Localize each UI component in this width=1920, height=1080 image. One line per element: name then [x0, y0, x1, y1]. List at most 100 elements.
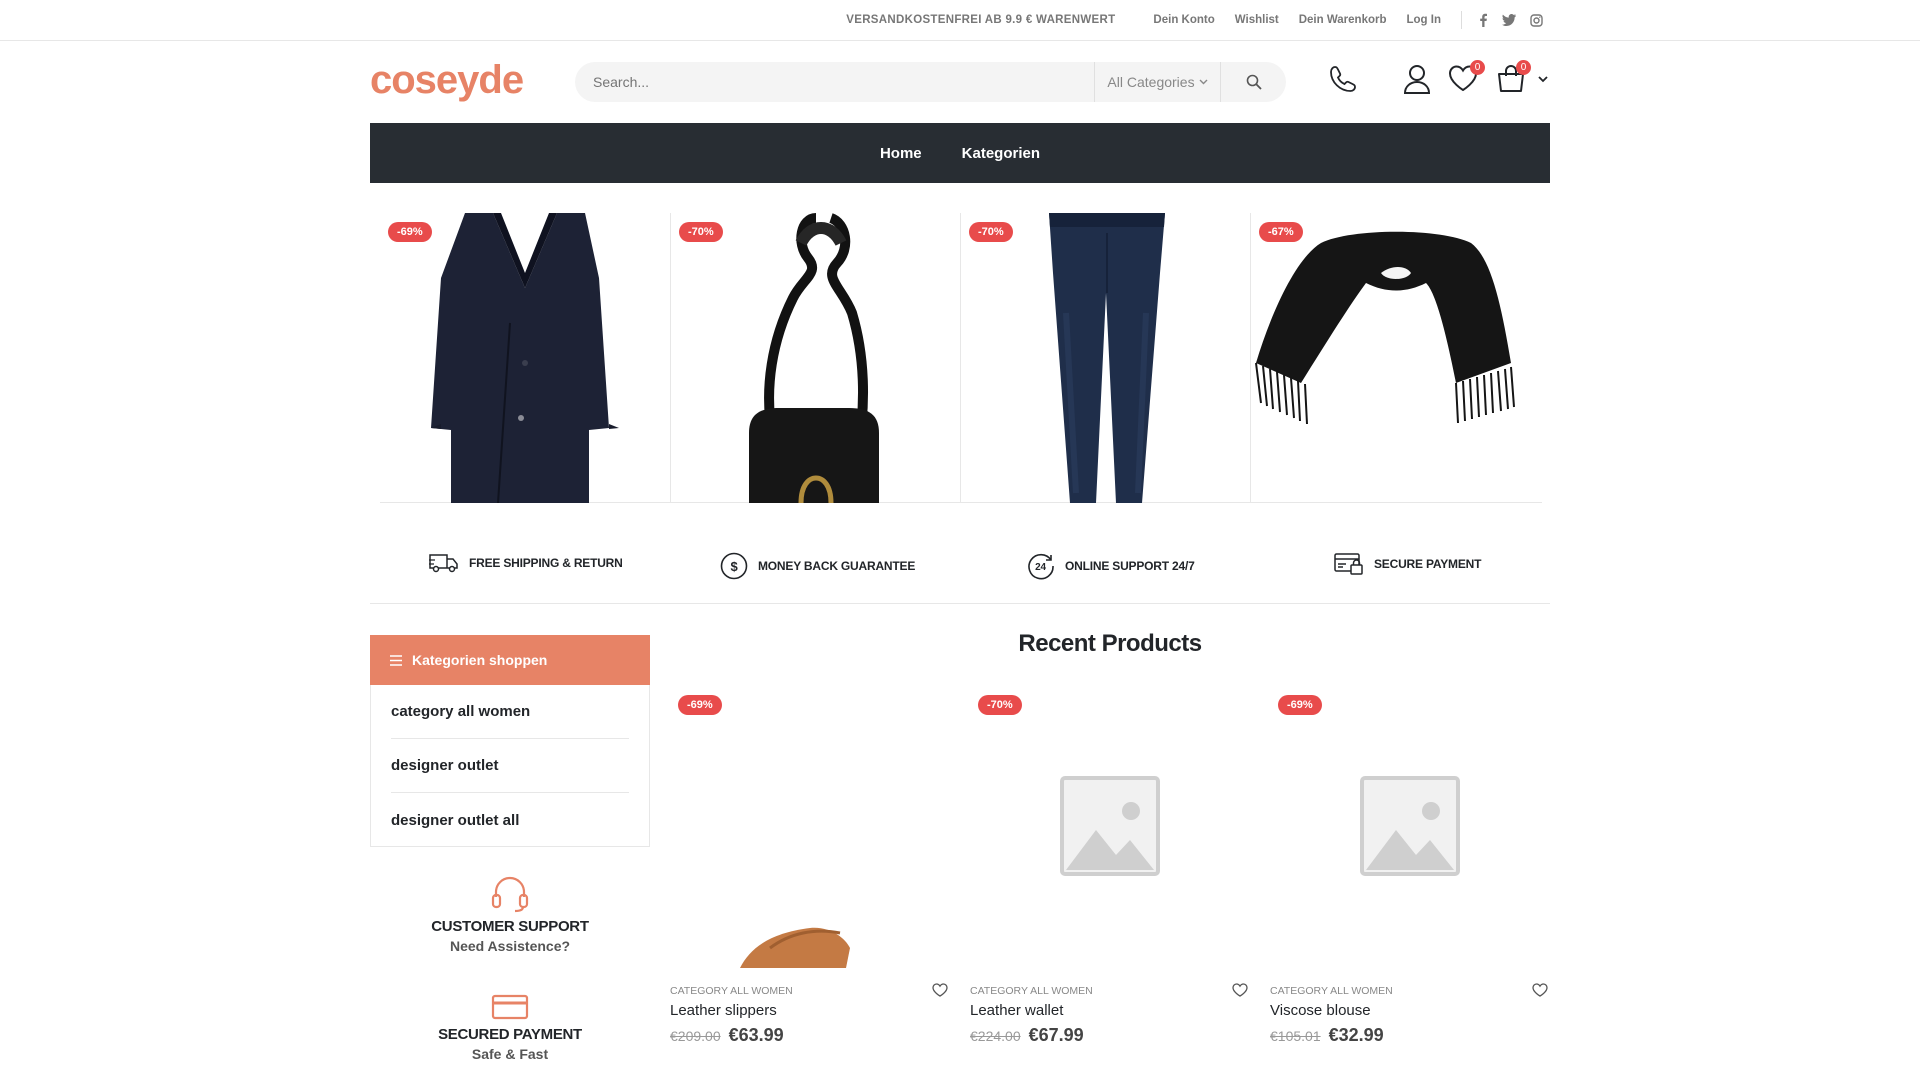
discount-badge: -70%	[679, 222, 723, 242]
product-image[interactable]	[670, 690, 950, 968]
product-image[interactable]	[970, 690, 1250, 968]
phone-icon[interactable]	[1328, 64, 1358, 94]
product-category[interactable]: CATEGORY ALL WOMEN	[970, 985, 1093, 997]
login-link[interactable]: Log In	[1407, 14, 1442, 26]
divider	[1461, 11, 1462, 29]
shop-categories-header[interactable]: Kategorien shoppen	[370, 635, 650, 685]
headset-icon	[491, 876, 529, 913]
sale-price: €32.99	[1328, 1025, 1384, 1045]
main-nav: Home Kategorien	[370, 123, 1550, 183]
featured-product-card[interactable]: -67%	[1250, 213, 1540, 503]
credit-card-icon	[491, 994, 529, 1020]
placeholder-image-icon	[1060, 776, 1160, 876]
discount-badge: -70%	[969, 222, 1013, 242]
old-price: €224.00	[970, 1028, 1021, 1044]
support-24-icon: 24	[1028, 553, 1054, 580]
shop-categories-label: Kategorien shoppen	[412, 652, 548, 668]
wishlist-heart-icon[interactable]: 0	[1448, 60, 1485, 92]
customer-support-title: CUSTOMER SUPPORT	[431, 918, 589, 935]
placeholder-image-icon	[1360, 776, 1460, 876]
feature-label: MONEY BACK GUARANTEE	[758, 559, 916, 573]
product-category[interactable]: CATEGORY ALL WOMEN	[670, 985, 793, 997]
feature-money-back: $ MONEY BACK GUARANTEE	[720, 552, 915, 580]
product-category[interactable]: CATEGORY ALL WOMEN	[1270, 985, 1393, 997]
instagram-icon[interactable]	[1530, 13, 1543, 27]
coat-image	[431, 213, 619, 503]
recent-products-title: Recent Products	[1018, 630, 1202, 657]
nav-home[interactable]: Home	[880, 145, 922, 162]
search-button[interactable]	[1222, 62, 1286, 102]
feature-online-support: 24 ONLINE SUPPORT 24/7	[1027, 552, 1195, 580]
product-card[interactable]: -69% CATEGORY ALL WOMEN Leather slippers…	[670, 690, 950, 1050]
discount-badge: -69%	[678, 695, 722, 715]
cart-icon[interactable]: 0	[1496, 60, 1531, 94]
product-price: €105.01 €32.99	[1270, 1025, 1384, 1046]
category-item[interactable]: category all women	[391, 685, 629, 739]
secured-payment-title: SECURED PAYMENT	[438, 1026, 582, 1043]
featured-products: -69% -70% -70% -67%	[380, 213, 1542, 503]
top-bar-links: VERSANDKOSTENFREI AB 9.9 € WARENWERT Dei…	[846, 0, 1543, 40]
feature-secure-payment: SECURE PAYMENT	[1334, 552, 1481, 576]
twitter-icon[interactable]	[1502, 14, 1516, 26]
sale-price: €67.99	[1028, 1025, 1084, 1045]
product-card[interactable]: -69% CATEGORY ALL WOMEN Viscose blouse €…	[1270, 690, 1550, 1050]
feature-strip: FREE SHIPPING & RETURN $ MONEY BACK GUAR…	[370, 540, 1550, 604]
discount-badge: -70%	[978, 695, 1022, 715]
discount-badge: -69%	[388, 222, 432, 242]
slipper-image	[740, 927, 850, 968]
sale-price: €63.99	[728, 1025, 784, 1045]
product-name[interactable]: Viscose blouse	[1270, 1002, 1371, 1019]
wishlist-link[interactable]: Wishlist	[1235, 14, 1279, 26]
feature-label: ONLINE SUPPORT 24/7	[1065, 559, 1195, 573]
wishlist-heart-icon[interactable]	[1232, 983, 1248, 1002]
feature-free-shipping: FREE SHIPPING & RETURN	[429, 552, 623, 574]
wishlist-heart-icon[interactable]	[932, 983, 948, 1002]
secured-payment-info: SECURED PAYMENT Safe & Fast	[370, 993, 650, 1062]
truck-icon	[429, 554, 458, 573]
discount-badge: -67%	[1259, 222, 1303, 242]
product-name[interactable]: Leather wallet	[970, 1002, 1063, 1019]
category-select-label: All Categories	[1107, 74, 1195, 90]
site-logo[interactable]: coseyde	[370, 58, 524, 103]
secure-payment-icon	[1334, 553, 1363, 575]
search-input[interactable]	[593, 62, 1093, 102]
chevron-down-icon	[1199, 79, 1208, 85]
category-select[interactable]: All Categories	[1094, 62, 1221, 102]
secured-payment-subtitle: Safe & Fast	[471, 1046, 549, 1062]
category-list: category all women designer outlet desig…	[370, 685, 650, 847]
featured-product-card[interactable]: -70%	[960, 213, 1250, 503]
cart-count-badge: 0	[1516, 60, 1531, 75]
search-bar: All Categories	[575, 62, 1286, 102]
wishlist-heart-icon[interactable]	[1532, 983, 1548, 1002]
product-name[interactable]: Leather slippers	[670, 1002, 777, 1019]
svg-text:$: $	[730, 559, 738, 574]
top-bar: VERSANDKOSTENFREI AB 9.9 € WARENWERT Dei…	[0, 0, 1920, 41]
category-item[interactable]: designer outlet	[391, 739, 629, 793]
nav-kategorien[interactable]: Kategorien	[962, 145, 1040, 162]
featured-product-card[interactable]: -70%	[670, 213, 960, 503]
product-card[interactable]: -70% CATEGORY ALL WOMEN Leather wallet €…	[970, 690, 1250, 1050]
product-image[interactable]	[1270, 690, 1550, 968]
dollar-circle-icon: $	[720, 552, 748, 580]
bag-image	[749, 213, 879, 503]
customer-support-subtitle: Need Assistence?	[449, 938, 571, 954]
svg-text:24: 24	[1035, 562, 1046, 573]
discount-badge: -69%	[1278, 695, 1322, 715]
featured-product-card[interactable]: -69%	[380, 213, 670, 503]
search-icon	[1246, 74, 1262, 90]
wishlist-count-badge: 0	[1470, 60, 1485, 75]
old-price: €209.00	[670, 1028, 721, 1044]
shipping-promo: VERSANDKOSTENFREI AB 9.9 € WARENWERT	[846, 14, 1116, 26]
feature-label: SECURE PAYMENT	[1374, 557, 1482, 571]
facebook-icon[interactable]	[1478, 13, 1488, 27]
jeans-image	[1049, 213, 1165, 503]
menu-icon	[390, 654, 402, 666]
category-item[interactable]: designer outlet all	[391, 793, 629, 847]
cart-link[interactable]: Dein Warenkorb	[1299, 14, 1387, 26]
scarf-image	[1255, 231, 1515, 425]
customer-support-info: CUSTOMER SUPPORT Need Assistence?	[370, 875, 650, 954]
cart-dropdown-chevron-icon[interactable]	[1538, 76, 1548, 83]
user-account-icon[interactable]	[1403, 64, 1431, 94]
product-price: €224.00 €67.99	[970, 1025, 1084, 1046]
account-link[interactable]: Dein Konto	[1153, 14, 1214, 26]
